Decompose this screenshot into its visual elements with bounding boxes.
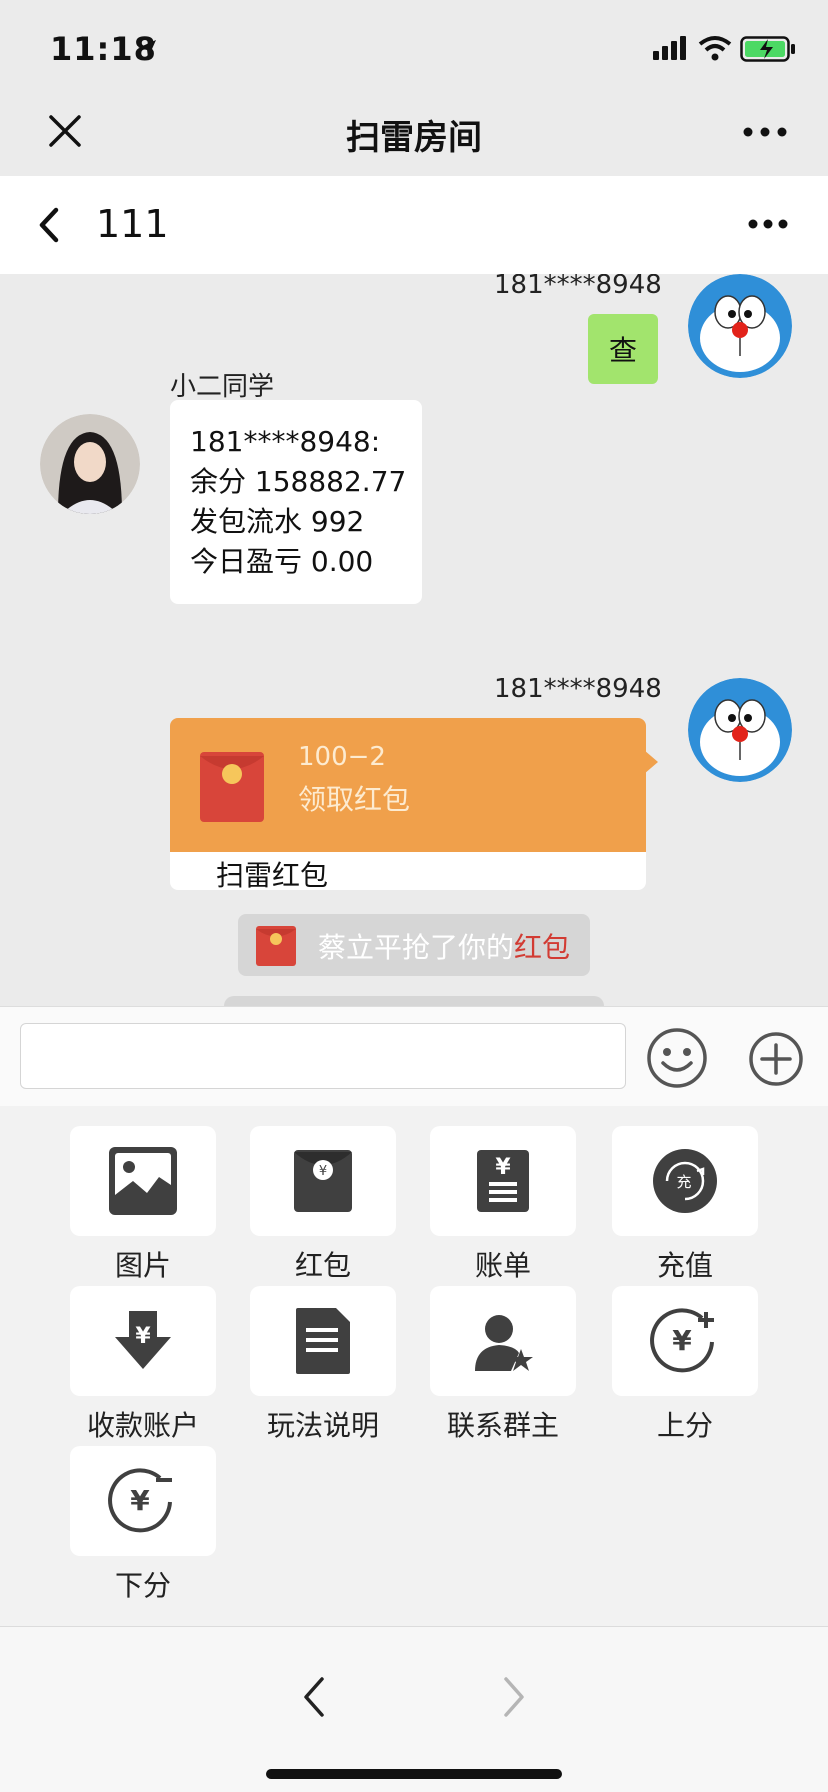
red-packet-message[interactable]: 100−2 领取红包 扫雷红包 bbox=[170, 718, 646, 890]
sender-name: 181****8948 bbox=[494, 674, 662, 704]
red-packet-claim-text: 领取红包 bbox=[298, 783, 411, 816]
tool-icon-box: 充 bbox=[612, 1126, 758, 1236]
tool-icon-box: ¥ bbox=[430, 1126, 576, 1236]
message-bubble[interactable]: 181****8948: 余分 158882.77 发包流水 992 今日盈亏 … bbox=[170, 400, 422, 604]
tool-icon-box: ¥ bbox=[70, 1286, 216, 1396]
bill-icon: ¥ bbox=[477, 1150, 529, 1212]
tool-label: 账单 bbox=[474, 1249, 531, 1282]
svg-text:¥: ¥ bbox=[495, 1155, 511, 1180]
tool-label: 收款账户 bbox=[86, 1409, 199, 1442]
avatar[interactable] bbox=[40, 414, 140, 514]
svg-text:¥: ¥ bbox=[672, 1324, 692, 1357]
emoji-icon[interactable] bbox=[646, 1027, 708, 1089]
tool-label: 充值 bbox=[656, 1249, 713, 1282]
red-packet-label: 扫雷红包 bbox=[216, 859, 329, 890]
home-indicator[interactable] bbox=[266, 1769, 562, 1779]
plus-icon[interactable] bbox=[748, 1031, 804, 1087]
tool-image[interactable]: 图片 bbox=[70, 1126, 216, 1284]
message-line: 181****8948: bbox=[190, 425, 381, 458]
tool-icon-box: ¥ bbox=[70, 1446, 216, 1556]
image-icon bbox=[109, 1147, 177, 1215]
nav-back-icon[interactable] bbox=[300, 1675, 328, 1719]
tool-remove-points[interactable]: ¥ 下分 bbox=[70, 1446, 216, 1604]
svg-text:¥: ¥ bbox=[135, 1324, 151, 1349]
message-line: 余分 158882.77 bbox=[190, 465, 407, 498]
tool-icon-box: ¥ bbox=[250, 1126, 396, 1236]
browser-bottom-nav bbox=[0, 1626, 828, 1792]
message-bubble[interactable]: 查 bbox=[588, 314, 658, 384]
receive-account-icon: ¥ bbox=[115, 1311, 171, 1369]
message-line: 发包流水 992 bbox=[190, 505, 365, 538]
document-icon bbox=[296, 1308, 350, 1374]
remove-points-icon: ¥ bbox=[108, 1468, 172, 1533]
recharge-icon-text: 充 bbox=[676, 1173, 691, 1191]
red-packet-icon bbox=[256, 926, 296, 966]
message-input[interactable] bbox=[20, 1023, 626, 1089]
avatar[interactable] bbox=[688, 678, 792, 782]
svg-text:¥: ¥ bbox=[319, 1164, 327, 1179]
status-bar: 11:18 bbox=[0, 0, 828, 96]
tool-label: 联系群主 bbox=[446, 1409, 559, 1442]
sender-name: 小二同学 bbox=[170, 372, 275, 402]
red-packet-icon bbox=[200, 752, 264, 822]
wifi-icon bbox=[698, 36, 732, 61]
sender-name: 181****8948 bbox=[494, 274, 662, 300]
tools-panel: 图片 ¥ 红包 ¥ 账单 充 充值 ¥ 收款账户 玩法说明 联系群主 ¥ 上分 … bbox=[0, 1106, 828, 1626]
message-line: 今日盈亏 0.00 bbox=[190, 545, 374, 578]
notice-prefix: 蔡立平抢了你的 bbox=[318, 931, 515, 964]
tool-label: 红包 bbox=[294, 1249, 351, 1282]
location-arrow-icon bbox=[138, 40, 156, 58]
nav-forward-icon[interactable] bbox=[500, 1675, 528, 1719]
tool-recharge[interactable]: 充 充值 bbox=[612, 1126, 758, 1284]
svg-text:¥: ¥ bbox=[130, 1484, 150, 1517]
contact-owner-icon bbox=[475, 1315, 533, 1371]
notice-highlight-link[interactable]: 红包 bbox=[514, 931, 570, 964]
system-notice bbox=[224, 996, 604, 1006]
tool-bill[interactable]: ¥ 账单 bbox=[430, 1126, 576, 1284]
tool-icon-box bbox=[430, 1286, 576, 1396]
recharge-icon: 充 bbox=[653, 1149, 717, 1213]
red-packet-body: 100−2 领取红包 bbox=[170, 718, 646, 852]
page-title: 扫雷房间 bbox=[346, 118, 482, 158]
tool-icon-box: ¥ bbox=[612, 1286, 758, 1396]
tool-rules[interactable]: 玩法说明 bbox=[250, 1286, 396, 1444]
tool-receive-account[interactable]: ¥ 收款账户 bbox=[70, 1286, 216, 1444]
tool-contact-owner[interactable]: 联系群主 bbox=[430, 1286, 576, 1444]
tool-icon-box bbox=[70, 1126, 216, 1236]
top-nav-bar: 扫雷房间 bbox=[0, 96, 828, 176]
tool-label: 玩法说明 bbox=[266, 1409, 379, 1442]
battery-charging-icon bbox=[740, 36, 795, 62]
chat-area[interactable]: 181****8948 查 小二同学 181****8948: 余分 15888… bbox=[0, 274, 828, 1006]
signal-icon bbox=[653, 36, 686, 60]
chat-header: 111 bbox=[0, 176, 828, 274]
tool-add-points[interactable]: ¥ 上分 bbox=[612, 1286, 758, 1444]
tool-red-packet[interactable]: ¥ 红包 bbox=[250, 1126, 396, 1284]
more-icon[interactable] bbox=[748, 218, 788, 230]
input-bar bbox=[0, 1006, 828, 1106]
bubble-tail bbox=[644, 750, 658, 774]
red-packet-icon: ¥ bbox=[294, 1150, 352, 1212]
tool-icon-box bbox=[250, 1286, 396, 1396]
system-notice: 蔡立平抢了你的红包 bbox=[238, 914, 590, 976]
more-icon[interactable] bbox=[742, 126, 788, 138]
red-packet-amount: 100−2 bbox=[298, 742, 386, 772]
chat-title: 111 bbox=[96, 202, 169, 246]
tool-label: 上分 bbox=[656, 1409, 713, 1442]
notice-text: 蔡立平抢了你的红包 bbox=[318, 926, 570, 966]
tool-label: 下分 bbox=[114, 1569, 171, 1602]
red-packet-footer: 扫雷红包 bbox=[170, 852, 646, 890]
tool-label: 图片 bbox=[114, 1249, 171, 1282]
add-points-icon: ¥ bbox=[650, 1308, 714, 1373]
back-arrow-icon[interactable] bbox=[36, 206, 64, 244]
avatar[interactable] bbox=[688, 274, 792, 378]
